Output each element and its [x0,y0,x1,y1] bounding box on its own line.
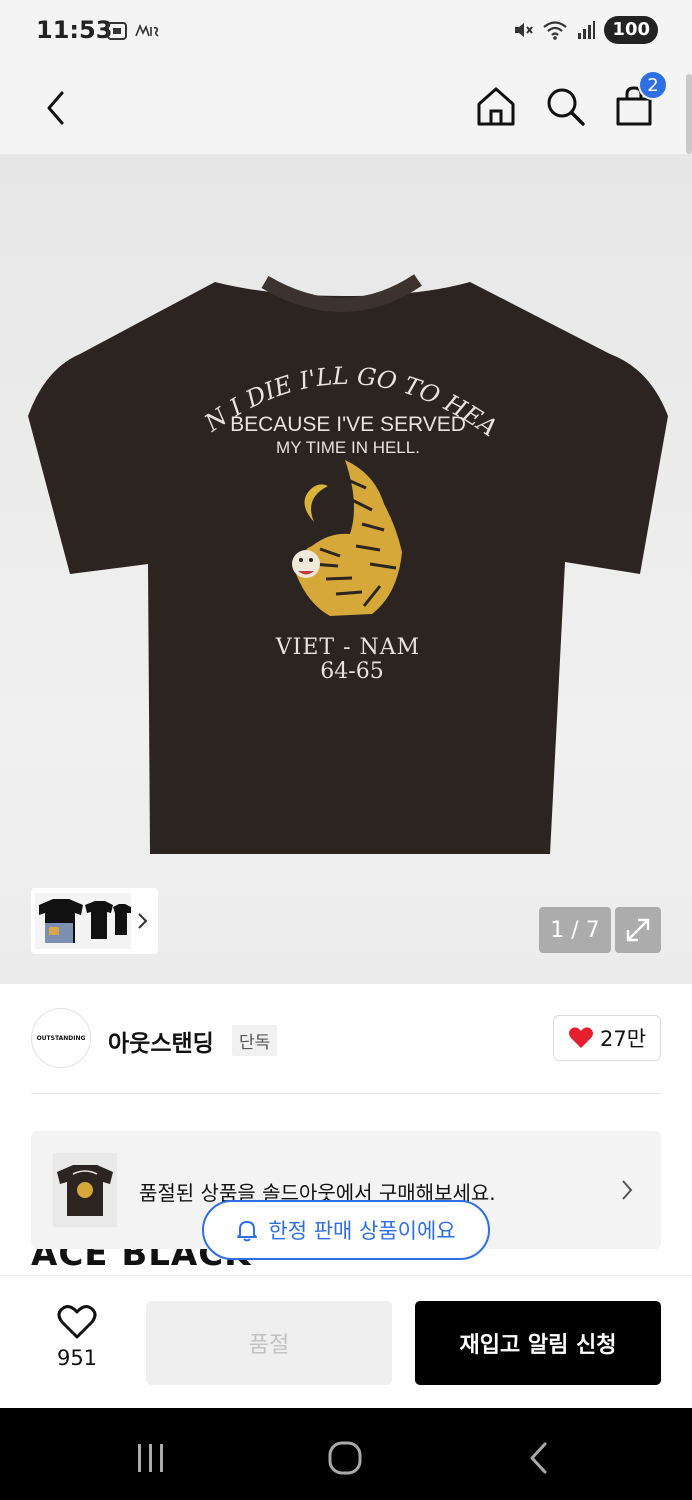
wifi-icon [543,21,568,40]
cart-count-badge: 2 [638,70,668,100]
back-button[interactable] [34,86,78,130]
product-image-carousel[interactable]: WHEN I DIE I'LL GO TO HEAVEN BECAUSE I'V… [0,154,692,984]
print-line-3: MY TIME IN HELL. [276,438,420,457]
search-icon [547,88,585,126]
exclusive-badge: 단독 [232,1025,278,1056]
status-time: 11:53 [36,16,113,44]
chevron-right-icon [622,1180,633,1200]
scrollbar[interactable] [686,74,692,154]
recent-apps-icon [138,1444,163,1472]
system-nav-bar [0,1408,692,1500]
app-notification-icon [135,23,159,37]
soldout-product-thumbnail [53,1153,117,1227]
thumbnail-image [35,893,131,949]
screenshot-icon [107,22,127,40]
brand-logo[interactable]: OUTSTANDING [31,1008,91,1068]
thumbnail-strip[interactable] [31,888,158,954]
status-bar: 11:53 100 [0,0,692,64]
limited-sale-text: 한정 판매 상품이에요 [268,1219,456,1243]
soldout-button: 품절 [146,1301,392,1385]
heart-filled-icon [568,1027,593,1048]
expand-image-button[interactable] [615,907,661,953]
mute-icon [515,23,534,37]
top-bar: 2 [0,64,692,154]
bottom-action-bar: 951 품절 재입고 알림 신청 [0,1275,692,1408]
home-circle-icon [328,1441,362,1475]
wishlist-button[interactable]: 951 [46,1304,108,1370]
home-button[interactable] [474,82,518,130]
print-line-4: VIET - NAM [275,635,420,660]
image-page-counter: 1 / 7 [539,907,611,953]
expand-icon [626,918,650,942]
print-line-5: 64-65 [320,659,383,684]
home-nav-button[interactable] [320,1438,370,1478]
search-button[interactable] [543,82,587,130]
battery-indicator: 100 [604,16,658,44]
recent-apps-button[interactable] [126,1438,176,1478]
divider [31,1093,661,1094]
wishlist-count: 951 [56,1346,98,1370]
signal-icon [578,21,596,39]
bell-icon [237,1221,258,1242]
brand-name[interactable]: 아웃스탠딩 [108,1024,214,1058]
brand-like-count: 27만 [599,1027,647,1051]
cart-button[interactable]: 2 [612,70,668,130]
brand-like-button[interactable]: 27만 [553,1015,661,1061]
limited-sale-pill[interactable]: 한정 판매 상품이에요 [202,1200,490,1260]
home-icon [477,87,515,126]
product-image: WHEN I DIE I'LL GO TO HEAVEN BECAUSE I'V… [0,154,668,854]
brand-row: OUTSTANDING 아웃스탠딩 단독 27만 [0,984,692,1094]
heart-outline-icon [57,1305,97,1339]
back-nav-button[interactable] [516,1438,560,1478]
back-icon [47,91,64,125]
restock-alert-button[interactable]: 재입고 알림 신청 [415,1301,661,1385]
back-nav-icon [530,1442,547,1474]
chevron-right-icon [138,913,148,929]
print-line-2: BECAUSE I'VE SERVED [230,413,466,436]
